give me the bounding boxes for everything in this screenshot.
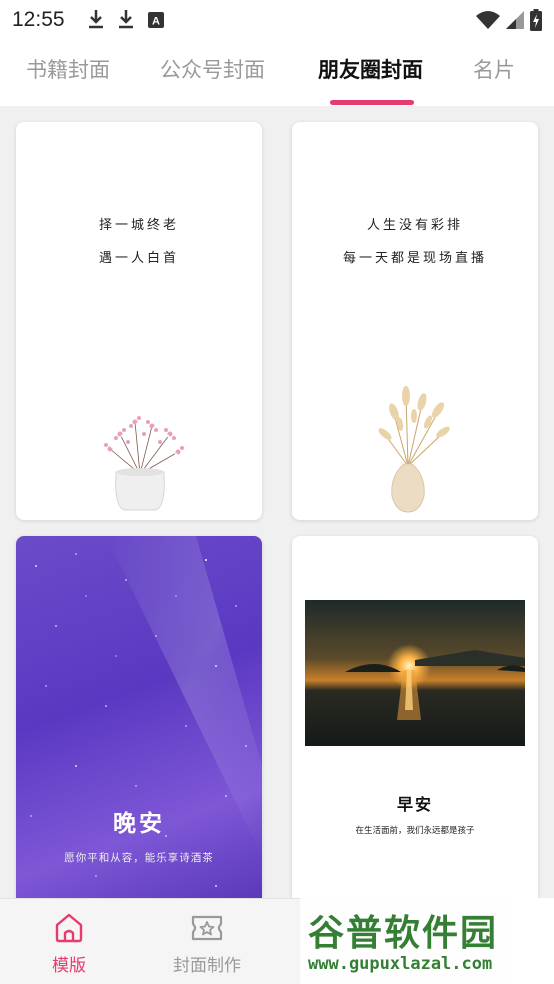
template-card[interactable]: 人生没有彩排 每一天都是现场直播 [292,122,538,520]
card-text-line: 人生没有彩排 [366,218,463,233]
download-icon [89,10,103,29]
watermark: 谷普软件园 www.gupuxlazal.com [300,898,554,984]
card-title: 早安 [396,795,433,814]
category-tabs: 书籍封面 公众号封面 朋友圈封面 名片 [0,40,554,106]
card-text-line: 每一天都是现场直播 [342,251,487,266]
font-icon: A [148,12,164,28]
ticket-star-icon [191,915,223,941]
card-subtitle: 愿你平和从容，能乐享诗酒茶 [64,852,214,864]
home-icon [55,913,83,943]
flower-vase-image [104,416,184,511]
nav-templates-label: 模版 [52,956,86,976]
template-card[interactable]: 晚安 愿你平和从容，能乐享诗酒茶 [16,536,262,898]
watermark-title: 谷普软件园 [308,913,499,954]
dried-grass-vase-image [378,386,450,513]
signal-icon [506,11,524,29]
nav-templates[interactable]: 模版 [9,913,129,976]
battery-icon [530,9,542,31]
tab-book-cover[interactable]: 书籍封面 [26,54,110,84]
starry-sky-image [30,536,262,887]
tab-active-indicator [330,100,414,105]
tab-business-card[interactable]: 名片 [473,54,515,84]
status-bar: 12:55 A [0,0,554,40]
wifi-icon [476,11,500,29]
watermark-url: www.gupuxlazal.com [308,954,493,974]
template-grid: 择一城终老 遇一人白首 人生没有彩排 每一天都是现场直播 晚安 愿你平和从容，能… [0,106,554,898]
nav-cover-making[interactable]: 封面制作 [147,913,267,976]
status-notifications: A [88,10,164,30]
status-system-icons [476,9,542,31]
card-title: 晚安 [113,811,165,837]
svg-text:A: A [152,16,160,28]
template-card[interactable]: 择一城终老 遇一人白首 [16,122,262,520]
sunset-sea-image [305,600,525,746]
template-card[interactable]: 早安 在生活面前，我们永远都是孩子 [292,536,538,898]
tab-official-account-cover[interactable]: 公众号封面 [160,54,265,84]
tab-moments-cover[interactable]: 朋友圈封面 [318,54,423,84]
status-time: 12:55 [12,8,65,31]
card-text-line: 择一城终老 [98,218,179,233]
download-icon [119,10,133,29]
nav-cover-making-label: 封面制作 [173,956,241,976]
card-text-line: 遇一人白首 [98,251,179,266]
card-subtitle: 在生活面前，我们永远都是孩子 [355,826,475,836]
